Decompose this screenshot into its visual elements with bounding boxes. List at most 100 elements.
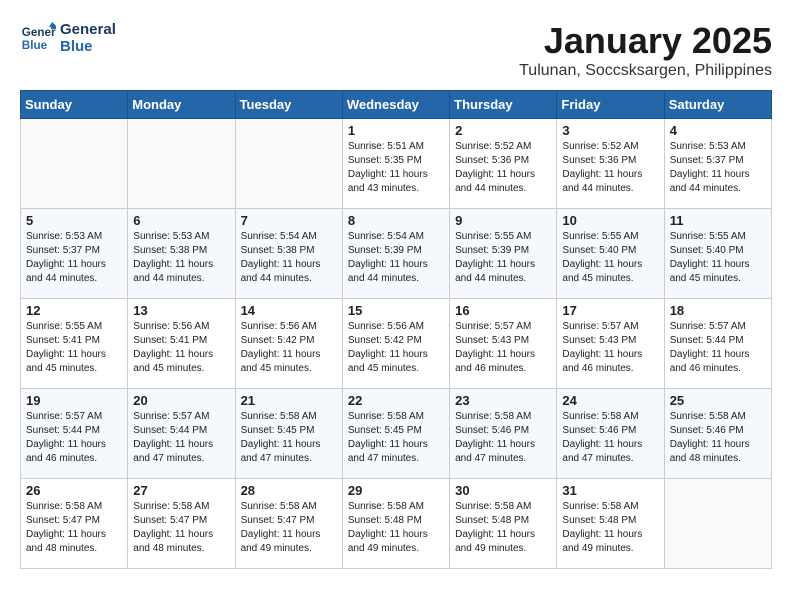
day-info: Sunrise: 5:53 AM Sunset: 5:37 PM Dayligh… [670,140,766,196]
day-info: Sunrise: 5:57 AM Sunset: 5:44 PM Dayligh… [26,410,122,466]
calendar-cell [21,119,128,209]
calendar-cell: 12 Sunrise: 5:55 AM Sunset: 5:41 PM Dayli… [21,299,128,389]
weekday-header-row: SundayMondayTuesdayWednesdayThursdayFrid… [21,91,772,119]
day-number: 5 [26,213,122,228]
day-number: 3 [562,123,658,138]
calendar-cell: 31 Sunrise: 5:58 AM Sunset: 5:48 PM Dayli… [557,479,664,569]
day-number: 30 [455,483,551,498]
day-number: 9 [455,213,551,228]
day-number: 24 [562,393,658,408]
day-info: Sunrise: 5:58 AM Sunset: 5:47 PM Dayligh… [241,500,337,556]
weekday-header-thursday: Thursday [450,91,557,119]
day-info: Sunrise: 5:58 AM Sunset: 5:48 PM Dayligh… [348,500,444,556]
calendar-cell: 21Sunrise: 5:58 AM Sunset: 5:45 PM Dayli… [235,389,342,479]
calendar-cell: 14 Sunrise: 5:56 AM Sunset: 5:42 PM Dayli… [235,299,342,389]
weekday-header-monday: Monday [128,91,235,119]
logo-icon: General Blue [20,20,56,56]
title-area: January 2025 Tulunan, Soccsksargen, Phil… [519,20,772,80]
calendar-cell [664,479,771,569]
day-info: Sunrise: 5:55 AM Sunset: 5:39 PM Dayligh… [455,230,551,286]
day-number: 25 [670,393,766,408]
calendar-cell: 10 Sunrise: 5:55 AM Sunset: 5:40 PM Dayli… [557,209,664,299]
calendar-cell: 7Sunrise: 5:54 AM Sunset: 5:38 PM Daylig… [235,209,342,299]
logo-text-blue: Blue [60,38,116,55]
day-info: Sunrise: 5:57 AM Sunset: 5:43 PM Dayligh… [562,320,658,376]
day-number: 7 [241,213,337,228]
day-number: 18 [670,303,766,318]
weekday-header-friday: Friday [557,91,664,119]
day-info: Sunrise: 5:53 AM Sunset: 5:38 PM Dayligh… [133,230,229,286]
calendar-cell: 15Sunrise: 5:56 AM Sunset: 5:42 PM Dayli… [342,299,449,389]
calendar-cell: 3 Sunrise: 5:52 AM Sunset: 5:36 PM Daylig… [557,119,664,209]
logo-text-general: General [60,21,116,38]
calendar-cell: 28 Sunrise: 5:58 AM Sunset: 5:47 PM Dayli… [235,479,342,569]
day-info: Sunrise: 5:52 AM Sunset: 5:36 PM Dayligh… [562,140,658,196]
calendar-cell [235,119,342,209]
day-number: 20 [133,393,229,408]
day-number: 17 [562,303,658,318]
day-info: Sunrise: 5:56 AM Sunset: 5:42 PM Dayligh… [348,320,444,376]
calendar-cell: 5Sunrise: 5:53 AM Sunset: 5:37 PM Daylig… [21,209,128,299]
day-number: 29 [348,483,444,498]
day-info: Sunrise: 5:57 AM Sunset: 5:44 PM Dayligh… [670,320,766,376]
calendar-cell: 8 Sunrise: 5:54 AM Sunset: 5:39 PM Daylig… [342,209,449,299]
svg-text:General: General [22,26,56,39]
calendar-cell: 16 Sunrise: 5:57 AM Sunset: 5:43 PM Dayli… [450,299,557,389]
calendar-cell: 29 Sunrise: 5:58 AM Sunset: 5:48 PM Dayli… [342,479,449,569]
week-row-1: 1Sunrise: 5:51 AM Sunset: 5:35 PM Daylig… [21,119,772,209]
calendar-table: SundayMondayTuesdayWednesdayThursdayFrid… [20,90,772,569]
weekday-header-saturday: Saturday [664,91,771,119]
day-info: Sunrise: 5:56 AM Sunset: 5:42 PM Dayligh… [241,320,337,376]
day-info: Sunrise: 5:55 AM Sunset: 5:40 PM Dayligh… [562,230,658,286]
day-info: Sunrise: 5:56 AM Sunset: 5:41 PM Dayligh… [133,320,229,376]
week-row-4: 19 Sunrise: 5:57 AM Sunset: 5:44 PM Dayli… [21,389,772,479]
day-info: Sunrise: 5:58 AM Sunset: 5:47 PM Dayligh… [133,500,229,556]
day-info: Sunrise: 5:58 AM Sunset: 5:48 PM Dayligh… [562,500,658,556]
day-number: 27 [133,483,229,498]
day-number: 19 [26,393,122,408]
day-number: 2 [455,123,551,138]
weekday-header-tuesday: Tuesday [235,91,342,119]
day-info: Sunrise: 5:57 AM Sunset: 5:43 PM Dayligh… [455,320,551,376]
day-number: 16 [455,303,551,318]
day-number: 26 [26,483,122,498]
day-number: 6 [133,213,229,228]
day-info: Sunrise: 5:58 AM Sunset: 5:46 PM Dayligh… [670,410,766,466]
day-info: Sunrise: 5:58 AM Sunset: 5:46 PM Dayligh… [455,410,551,466]
calendar-cell: 2 Sunrise: 5:52 AM Sunset: 5:36 PM Daylig… [450,119,557,209]
day-info: Sunrise: 5:54 AM Sunset: 5:39 PM Dayligh… [348,230,444,286]
calendar-cell: 20 Sunrise: 5:57 AM Sunset: 5:44 PM Dayli… [128,389,235,479]
day-info: Sunrise: 5:57 AM Sunset: 5:44 PM Dayligh… [133,410,229,466]
day-number: 11 [670,213,766,228]
month-title: January 2025 [519,20,772,62]
calendar-cell: 25 Sunrise: 5:58 AM Sunset: 5:46 PM Dayli… [664,389,771,479]
calendar-cell [128,119,235,209]
week-row-2: 5Sunrise: 5:53 AM Sunset: 5:37 PM Daylig… [21,209,772,299]
day-info: Sunrise: 5:58 AM Sunset: 5:45 PM Dayligh… [241,410,337,466]
svg-text:Blue: Blue [22,39,48,52]
calendar-cell: 1Sunrise: 5:51 AM Sunset: 5:35 PM Daylig… [342,119,449,209]
day-info: Sunrise: 5:55 AM Sunset: 5:41 PM Dayligh… [26,320,122,376]
day-number: 10 [562,213,658,228]
calendar-cell: 13Sunrise: 5:56 AM Sunset: 5:41 PM Dayli… [128,299,235,389]
day-number: 28 [241,483,337,498]
day-number: 22 [348,393,444,408]
weekday-header-sunday: Sunday [21,91,128,119]
calendar-cell: 27 Sunrise: 5:58 AM Sunset: 5:47 PM Dayli… [128,479,235,569]
day-number: 31 [562,483,658,498]
calendar-cell: 17 Sunrise: 5:57 AM Sunset: 5:43 PM Dayli… [557,299,664,389]
day-number: 14 [241,303,337,318]
day-number: 8 [348,213,444,228]
logo: General Blue General Blue [20,20,116,56]
calendar-cell: 4 Sunrise: 5:53 AM Sunset: 5:37 PM Daylig… [664,119,771,209]
calendar-cell: 18 Sunrise: 5:57 AM Sunset: 5:44 PM Dayli… [664,299,771,389]
calendar-cell: 23 Sunrise: 5:58 AM Sunset: 5:46 PM Dayli… [450,389,557,479]
day-info: Sunrise: 5:52 AM Sunset: 5:36 PM Dayligh… [455,140,551,196]
page-header: General Blue General Blue January 2025 T… [20,20,772,80]
calendar-cell: 6 Sunrise: 5:53 AM Sunset: 5:38 PM Daylig… [128,209,235,299]
day-number: 4 [670,123,766,138]
day-number: 12 [26,303,122,318]
day-info: Sunrise: 5:58 AM Sunset: 5:45 PM Dayligh… [348,410,444,466]
day-number: 23 [455,393,551,408]
day-info: Sunrise: 5:58 AM Sunset: 5:46 PM Dayligh… [562,410,658,466]
